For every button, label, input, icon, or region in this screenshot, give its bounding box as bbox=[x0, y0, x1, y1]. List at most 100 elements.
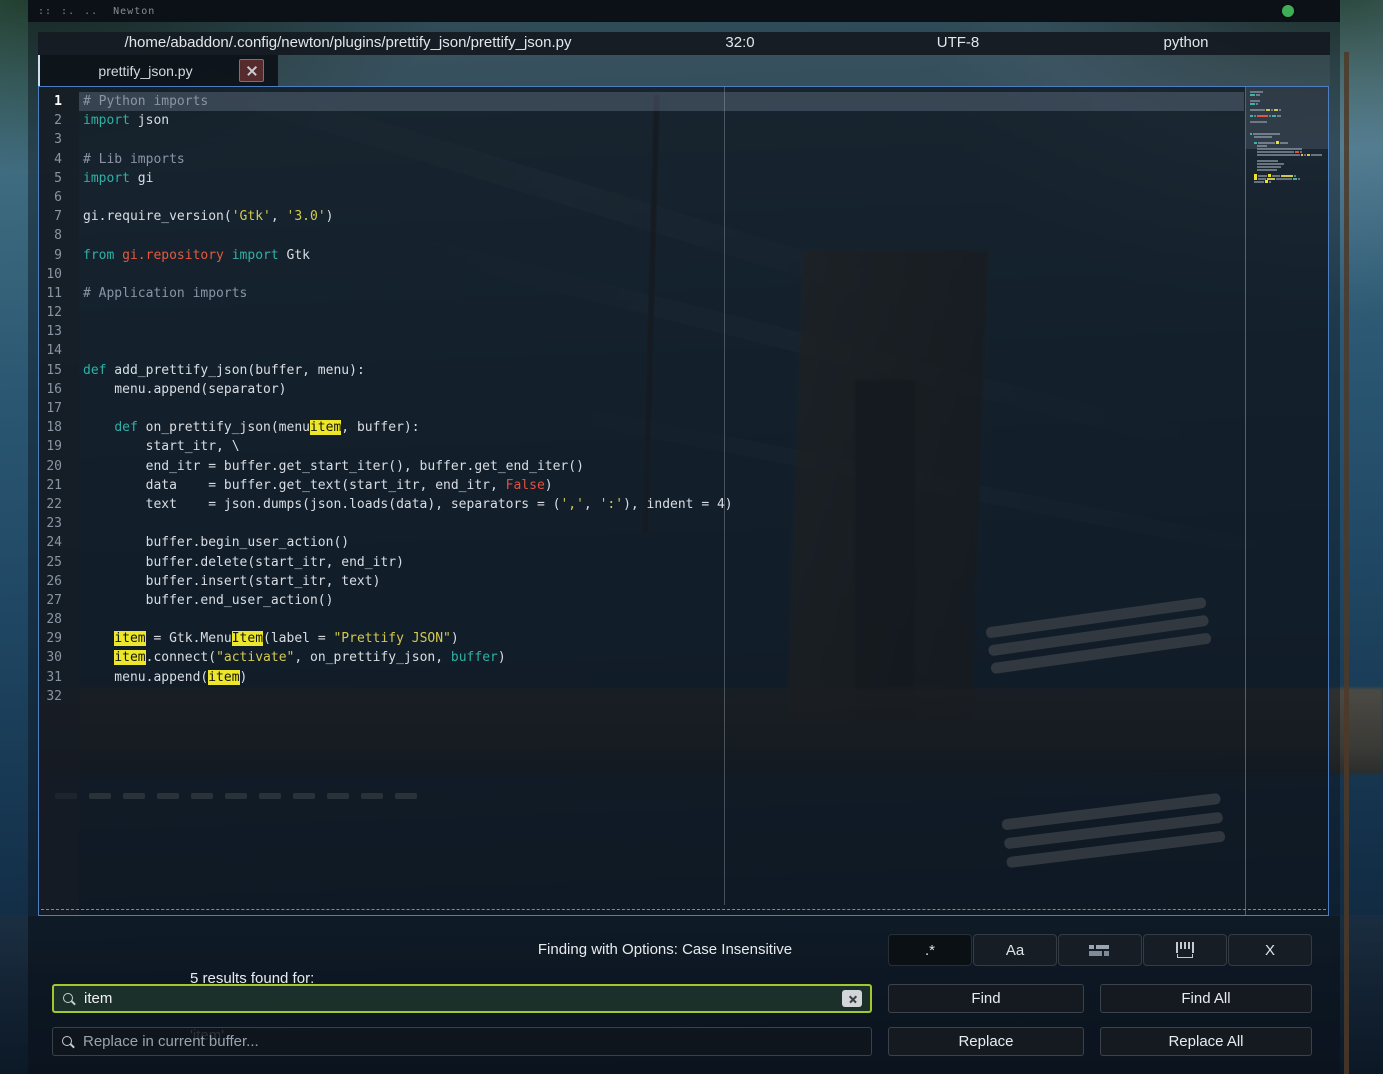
clear-search-button[interactable] bbox=[842, 990, 862, 1007]
tab-label: prettify_json.py bbox=[40, 63, 239, 79]
find-all-button[interactable]: Find All bbox=[1100, 984, 1312, 1013]
code-line[interactable]: start_itr, \ bbox=[79, 437, 1244, 456]
statusbar: /home/abaddon/.config/newton/plugins/pre… bbox=[38, 32, 1330, 55]
code-line[interactable]: buffer.delete(start_itr, end_itr) bbox=[79, 553, 1244, 572]
line-number: 13 bbox=[39, 322, 79, 341]
replace-field bbox=[52, 1027, 872, 1056]
code-line[interactable]: # Lib imports bbox=[79, 150, 1244, 169]
close-find-panel-button[interactable]: X bbox=[1228, 934, 1312, 966]
tabbar: prettify_json.py bbox=[38, 55, 1330, 86]
find-button[interactable]: Find bbox=[888, 984, 1084, 1013]
code-line[interactable]: import json bbox=[79, 111, 1244, 130]
code-lines[interactable]: # Python importsimport json # Lib imports… bbox=[79, 87, 1244, 915]
clear-icon bbox=[848, 994, 857, 1003]
regex-toggle-button[interactable]: .* bbox=[888, 934, 972, 966]
gutter: 1234567891011121314151617181920212223242… bbox=[39, 87, 79, 915]
line-number: 21 bbox=[39, 476, 79, 495]
line-number: 12 bbox=[39, 303, 79, 322]
highlight-lines-icon bbox=[1089, 943, 1111, 957]
code-line[interactable]: # Python imports bbox=[79, 92, 1244, 111]
code-line[interactable]: end_itr = buffer.get_start_iter(), buffe… bbox=[79, 457, 1244, 476]
replace-input[interactable] bbox=[83, 1033, 863, 1050]
code-line[interactable]: buffer.begin_user_action() bbox=[79, 533, 1244, 552]
code-line[interactable] bbox=[79, 687, 1244, 706]
line-number: 24 bbox=[39, 533, 79, 552]
line-number: 15 bbox=[39, 361, 79, 380]
line-number: 1 bbox=[39, 92, 79, 111]
workspace-indicator[interactable]: :: bbox=[38, 6, 52, 17]
code-line[interactable]: gi.require_version('Gtk', '3.0') bbox=[79, 207, 1244, 226]
line-number: 10 bbox=[39, 265, 79, 284]
line-number: 14 bbox=[39, 341, 79, 360]
code-line[interactable] bbox=[79, 322, 1244, 341]
line-number: 22 bbox=[39, 495, 79, 514]
minimap-content bbox=[1250, 90, 1326, 186]
line-number: 29 bbox=[39, 629, 79, 648]
tab-prettify-json[interactable]: prettify_json.py bbox=[38, 55, 278, 86]
window-titlebar: :: :. .. Newton bbox=[28, 0, 1340, 22]
line-number: 19 bbox=[39, 437, 79, 456]
minimap-line bbox=[1250, 183, 1326, 186]
search-icon bbox=[61, 1035, 75, 1049]
tab-close-button[interactable] bbox=[239, 59, 264, 82]
wallpaper-pole bbox=[1344, 52, 1349, 1074]
line-number: 31 bbox=[39, 668, 79, 687]
workspace-indicator[interactable]: :. bbox=[61, 6, 75, 17]
whole-word-toggle-button[interactable] bbox=[1143, 934, 1227, 966]
line-number: 9 bbox=[39, 246, 79, 265]
code-line[interactable] bbox=[79, 226, 1244, 245]
line-number: 18 bbox=[39, 418, 79, 437]
code-line[interactable] bbox=[79, 610, 1244, 629]
code-line[interactable]: def on_prettify_json(menuitem, buffer): bbox=[79, 418, 1244, 437]
window-title: Newton bbox=[113, 6, 155, 17]
cursor-position: 32:0 bbox=[725, 34, 754, 51]
code-line[interactable]: import gi bbox=[79, 169, 1244, 188]
case-sensitivity-toggle-button[interactable]: Aa bbox=[973, 934, 1057, 966]
code-line[interactable]: item = Gtk.MenuItem(label = "Prettify JS… bbox=[79, 629, 1244, 648]
code-line[interactable] bbox=[79, 303, 1244, 322]
line-number: 20 bbox=[39, 457, 79, 476]
encoding-indicator: UTF-8 bbox=[937, 34, 980, 51]
line-number: 3 bbox=[39, 130, 79, 149]
code-line[interactable] bbox=[79, 265, 1244, 284]
code-line[interactable]: data = buffer.get_text(start_itr, end_it… bbox=[79, 476, 1244, 495]
highlight-results-toggle-button[interactable] bbox=[1058, 934, 1142, 966]
workspace-indicator[interactable]: .. bbox=[84, 6, 98, 17]
line-number: 28 bbox=[39, 610, 79, 629]
code-line[interactable]: # Application imports bbox=[79, 284, 1244, 303]
code-line[interactable]: text = json.dumps(json.loads(data), sepa… bbox=[79, 495, 1244, 514]
code-line[interactable]: def add_prettify_json(buffer, menu): bbox=[79, 361, 1244, 380]
code-line[interactable] bbox=[79, 188, 1244, 207]
line-number: 8 bbox=[39, 226, 79, 245]
language-indicator: python bbox=[1163, 34, 1208, 51]
code-line[interactable] bbox=[79, 514, 1244, 533]
horizontal-scroll-line bbox=[41, 909, 1326, 910]
replace-button[interactable]: Replace bbox=[888, 1027, 1084, 1056]
line-number: 2 bbox=[39, 111, 79, 130]
code-line[interactable]: from gi.repository import Gtk bbox=[79, 246, 1244, 265]
code-line[interactable]: buffer.insert(start_itr, text) bbox=[79, 572, 1244, 591]
code-line[interactable]: item.connect("activate", on_prettify_jso… bbox=[79, 648, 1244, 667]
line-number: 30 bbox=[39, 648, 79, 667]
code-line[interactable] bbox=[79, 130, 1244, 149]
code-line[interactable] bbox=[79, 341, 1244, 360]
search-field bbox=[52, 984, 872, 1013]
line-number: 26 bbox=[39, 572, 79, 591]
find-options-status: Finding with Options: Case Insensitive bbox=[538, 941, 792, 958]
code-line[interactable]: menu.append(separator) bbox=[79, 380, 1244, 399]
minimap[interactable] bbox=[1245, 87, 1328, 915]
line-number: 6 bbox=[39, 188, 79, 207]
replace-all-button[interactable]: Replace All bbox=[1100, 1027, 1312, 1056]
code-line[interactable]: menu.append(item) bbox=[79, 668, 1244, 687]
line-number: 27 bbox=[39, 591, 79, 610]
line-number: 32 bbox=[39, 687, 79, 706]
code-line[interactable] bbox=[79, 399, 1244, 418]
line-number: 25 bbox=[39, 553, 79, 572]
line-number: 5 bbox=[39, 169, 79, 188]
file-path: /home/abaddon/.config/newton/plugins/pre… bbox=[125, 34, 572, 51]
search-input[interactable] bbox=[84, 990, 842, 1007]
code-line[interactable]: buffer.end_user_action() bbox=[79, 591, 1244, 610]
code-editor[interactable]: 1234567891011121314151617181920212223242… bbox=[38, 86, 1329, 916]
status-led-icon bbox=[1282, 5, 1294, 17]
line-number: 7 bbox=[39, 207, 79, 226]
